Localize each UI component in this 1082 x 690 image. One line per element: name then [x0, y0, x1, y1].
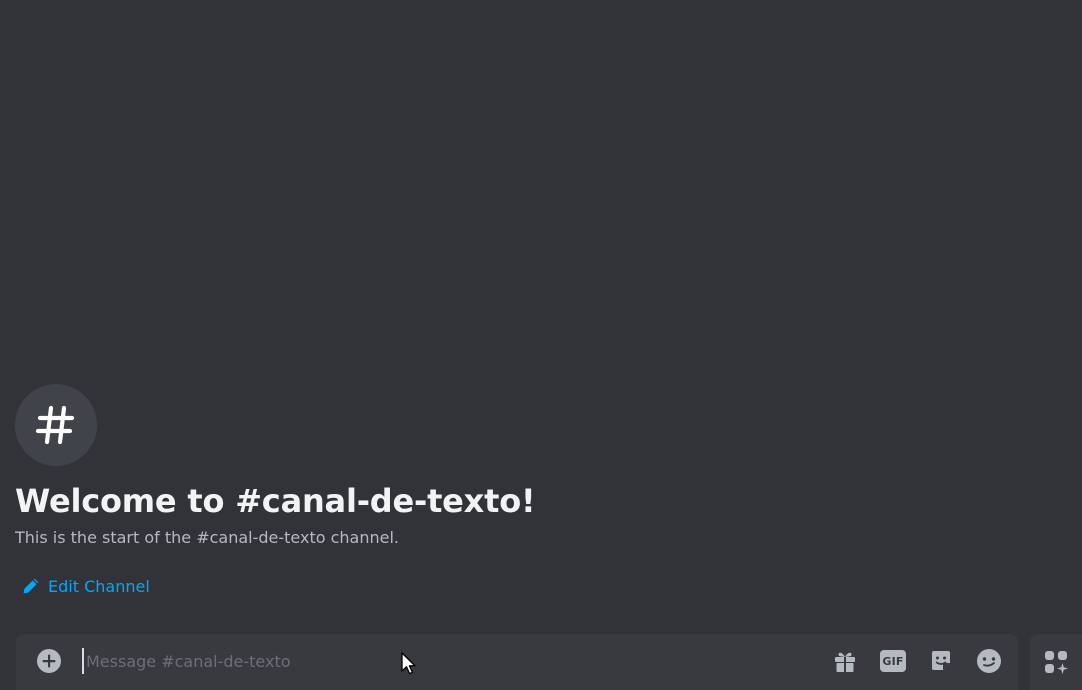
gift-button[interactable]	[830, 646, 860, 676]
welcome-title: Welcome to #canal-de-texto!	[15, 482, 536, 520]
sticker-icon	[932, 651, 950, 670]
chat-area: Welcome to #canal-de-texto! This is the …	[0, 0, 1082, 690]
emoji-icon	[977, 649, 1001, 673]
gif-icon: GIF	[880, 650, 906, 672]
channel-avatar	[15, 384, 97, 466]
composer-actions: GIF	[830, 646, 1004, 676]
edit-channel-label: Edit Channel	[48, 576, 150, 596]
hashtag-icon	[35, 405, 75, 445]
sticker-button[interactable]	[926, 646, 956, 676]
channel-welcome: Welcome to #canal-de-texto! This is the …	[15, 384, 915, 548]
message-composer: GIF	[16, 634, 1018, 690]
apps-icon	[1045, 651, 1068, 674]
gif-button[interactable]: GIF	[878, 646, 908, 676]
attach-button[interactable]	[34, 646, 64, 676]
gif-label: GIF	[882, 654, 904, 668]
apps-button[interactable]	[1030, 634, 1082, 690]
plus-circle-icon	[37, 649, 61, 673]
pencil-icon	[23, 578, 39, 594]
message-input[interactable]	[82, 648, 786, 674]
emoji-button[interactable]	[974, 646, 1004, 676]
edit-channel-button[interactable]: Edit Channel	[22, 574, 150, 598]
gift-icon	[835, 652, 855, 672]
welcome-description: This is the start of the #canal-de-texto…	[15, 528, 399, 547]
